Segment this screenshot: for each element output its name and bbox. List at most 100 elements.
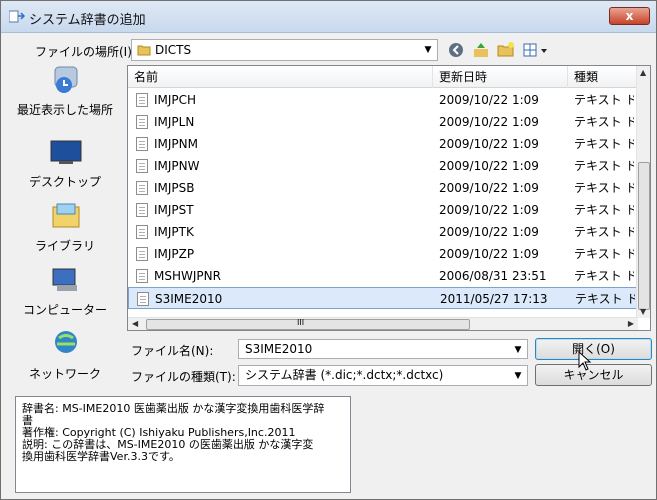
- file-name: IMJPNM: [154, 137, 198, 151]
- file-type: テキスト ドキュメント: [574, 137, 634, 151]
- location-label: ファイルの場所(I):: [35, 45, 136, 59]
- horizontal-scrollbar[interactable]: ◀ III ▶: [128, 317, 638, 330]
- cancel-button[interactable]: キャンセル: [535, 364, 652, 386]
- place-desktop[interactable]: デスクトップ: [9, 137, 121, 201]
- file-modified: 2009/10/22 1:09: [439, 203, 539, 217]
- horizontal-scroll-thumb[interactable]: III: [146, 318, 470, 330]
- place-label: ネットワーク: [28, 367, 101, 381]
- open-button[interactable]: 開く(O): [535, 338, 652, 360]
- column-header-modified[interactable]: 更新日時: [433, 66, 568, 88]
- file-row[interactable]: MSHWJPNR 2006/08/31 23:51 テキスト ドキュメント: [128, 265, 638, 287]
- file-modified: 2009/10/22 1:09: [439, 115, 539, 129]
- dialog-window: システム辞書の追加 x ファイルの場所(I): DICTS ▼ 最近表示した場所…: [0, 0, 657, 500]
- places-bar: 最近表示した場所 デスクトップ ライブラリ コンピューター ネットワーク: [9, 65, 121, 381]
- location-combo[interactable]: DICTS ▼: [131, 39, 438, 61]
- file-name: S3IME2010: [155, 292, 223, 306]
- dictionary-description: 辞書名: MS-IME2010 医歯薬出版 かな漢字変換用歯科医学辞 書 著作権…: [15, 396, 351, 493]
- chevron-down-icon[interactable]: ▼: [512, 343, 524, 357]
- chevron-down-icon[interactable]: ▼: [422, 43, 434, 57]
- new-folder-icon[interactable]: [496, 41, 516, 59]
- back-icon[interactable]: [446, 41, 466, 59]
- place-label: コンピューター: [22, 303, 107, 317]
- file-row[interactable]: IMJPNW 2009/10/22 1:09 テキスト ドキュメント: [128, 155, 638, 177]
- view-menu-icon[interactable]: [522, 41, 552, 59]
- file-modified: 2009/10/22 1:09: [439, 159, 539, 173]
- file-type: テキスト ドキュメント: [574, 247, 634, 261]
- filename-input[interactable]: S3IME2010 ▼: [238, 339, 528, 359]
- column-header-name[interactable]: 名前: [128, 66, 433, 88]
- dialog-icon: [9, 10, 25, 23]
- close-button[interactable]: x: [609, 7, 650, 25]
- place-recent[interactable]: 最近表示した場所: [9, 65, 121, 129]
- file-row[interactable]: IMJPNM 2009/10/22 1:09 テキスト ドキュメント: [128, 133, 638, 155]
- document-icon: [136, 137, 148, 151]
- file-row[interactable]: IMJPCH 2009/10/22 1:09 テキスト ドキュメント: [128, 89, 638, 111]
- file-type: テキスト ドキュメント: [574, 115, 634, 129]
- file-row[interactable]: IMJPZP 2009/10/22 1:09 テキスト ドキュメント: [128, 243, 638, 265]
- scroll-right-icon[interactable]: ▶: [628, 319, 634, 328]
- desktop-icon: [50, 140, 82, 164]
- file-type: テキスト ドキュメント: [574, 181, 634, 195]
- file-row[interactable]: IMJPLN 2009/10/22 1:09 テキスト ドキュメント: [128, 111, 638, 133]
- window-title: システム辞書の追加: [29, 13, 146, 28]
- document-icon: [137, 292, 149, 306]
- file-name: IMJPSB: [154, 181, 195, 195]
- computer-icon: [52, 268, 77, 291]
- file-row[interactable]: IMJPTK 2009/10/22 1:09 テキスト ドキュメント: [128, 221, 638, 243]
- list-header: 名前 更新日時 種類: [128, 66, 638, 88]
- network-icon: [55, 331, 77, 353]
- place-network[interactable]: ネットワーク: [9, 329, 121, 393]
- libraries-icon: [52, 203, 80, 228]
- folder-icon: [137, 45, 151, 56]
- file-modified: 2011/05/27 17:13: [440, 292, 548, 306]
- mouse-cursor-icon: [578, 351, 592, 371]
- document-icon: [136, 225, 148, 239]
- scroll-down-icon[interactable]: ▼: [640, 307, 646, 316]
- document-icon: [136, 181, 148, 195]
- document-icon: [136, 93, 148, 107]
- document-icon: [136, 203, 148, 217]
- document-icon: [136, 115, 148, 129]
- document-icon: [136, 247, 148, 261]
- file-row[interactable]: IMJPST 2009/10/22 1:09 テキスト ドキュメント: [128, 199, 638, 221]
- toolbar: [446, 39, 566, 61]
- place-label: ライブラリ: [34, 239, 95, 253]
- chevron-down-icon[interactable]: ▼: [512, 369, 524, 383]
- place-computer[interactable]: コンピューター: [9, 265, 121, 329]
- file-name: IMJPCH: [154, 93, 197, 107]
- file-name: MSHWJPNR: [154, 269, 221, 283]
- filetype-value: システム辞書 (*.dic;*.dctx;*.dctxc): [245, 368, 444, 382]
- file-type: テキスト ドキュメント: [575, 292, 635, 306]
- filetype-label: ファイルの種類(T):: [131, 370, 236, 384]
- file-row[interactable]: S3IME2010 2011/05/27 17:13 テキスト ドキュメント: [128, 287, 638, 309]
- filename-label: ファイル名(N):: [131, 344, 214, 358]
- file-type: テキスト ドキュメント: [574, 269, 634, 283]
- file-modified: 2006/08/31 23:51: [439, 269, 547, 283]
- recent-places-icon: [54, 66, 78, 93]
- location-value: DICTS: [155, 43, 192, 57]
- vertical-scroll-thumb[interactable]: [638, 162, 650, 310]
- file-name: IMJPTK: [154, 225, 194, 239]
- filename-value: S3IME2010: [245, 342, 313, 356]
- file-row[interactable]: IMJPSB 2009/10/22 1:09 テキスト ドキュメント: [128, 177, 638, 199]
- file-modified: 2009/10/22 1:09: [439, 225, 539, 239]
- up-folder-icon[interactable]: [471, 41, 491, 59]
- file-type: テキスト ドキュメント: [574, 203, 634, 217]
- scroll-grip: III: [297, 318, 305, 327]
- file-type: テキスト ドキュメント: [574, 159, 634, 173]
- scroll-up-icon[interactable]: ▲: [640, 68, 646, 77]
- file-name: IMJPST: [154, 203, 194, 217]
- scroll-left-icon[interactable]: ◀: [132, 319, 138, 328]
- column-header-type[interactable]: 種類: [568, 66, 638, 88]
- vertical-scrollbar[interactable]: ▲ ▼: [636, 66, 650, 318]
- place-libraries[interactable]: ライブラリ: [9, 201, 121, 265]
- file-name: IMJPZP: [154, 247, 195, 261]
- file-modified: 2009/10/22 1:09: [439, 137, 539, 151]
- file-name: IMJPNW: [154, 159, 200, 173]
- file-type: テキスト ドキュメント: [574, 225, 634, 239]
- file-list[interactable]: 名前 更新日時 種類 IMJPCH 2009/10/22 1:09 テキスト ドキュ…: [127, 65, 651, 331]
- file-type: テキスト ドキュメント: [574, 93, 634, 107]
- place-label: 最近表示した場所: [16, 103, 113, 117]
- title-bar[interactable]: システム辞書の追加 x: [1, 1, 656, 33]
- filetype-select[interactable]: システム辞書 (*.dic;*.dctx;*.dctxc) ▼: [238, 365, 528, 386]
